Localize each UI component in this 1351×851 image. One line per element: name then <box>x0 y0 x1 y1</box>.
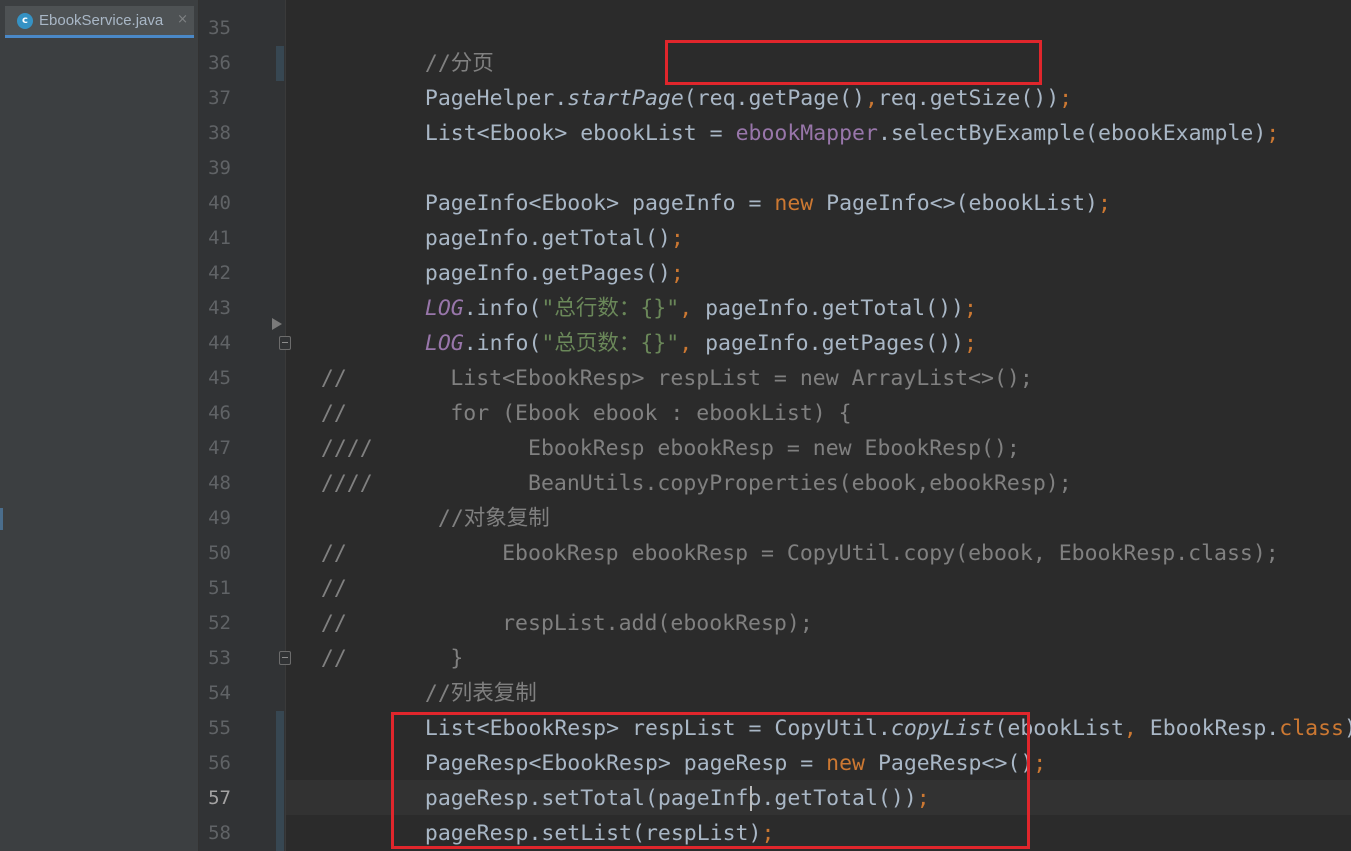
code-line-47[interactable]: //// BeanUtils.copyProperties(ebook,eboo… <box>295 431 1072 496</box>
code-line-58[interactable]: return pageResp; <box>399 816 632 851</box>
code-line-56[interactable]: pageResp.setTotal(pageInfo.getTotal()); <box>399 746 930 811</box>
fold-end-icon[interactable] <box>279 651 291 665</box>
code-line-40[interactable]: pageInfo.getTotal(); <box>399 186 684 251</box>
line-number: 43 <box>208 297 231 319</box>
code-line-37[interactable]: List<Ebook> ebookList = ebookMapper.sele… <box>399 81 1279 146</box>
line-number: 37 <box>208 87 231 109</box>
code-line-50[interactable]: // <box>295 536 347 601</box>
line-number: 40 <box>208 192 231 214</box>
code-line-52[interactable]: // } <box>295 606 463 671</box>
code-line-48[interactable]: //对象复制 <box>412 466 550 531</box>
panel-scroll-marker <box>0 508 3 530</box>
code-line-43[interactable]: LOG.info("总页数：{}", pageInfo.getPages()); <box>399 291 977 356</box>
line-number: 47 <box>208 437 231 459</box>
line-number: 48 <box>208 472 231 494</box>
line-number: 39 <box>208 157 231 179</box>
code-punct: ; <box>1033 751 1047 776</box>
code-punct: ; <box>916 786 930 811</box>
code-line-44[interactable]: // List<EbookResp> respList = new ArrayL… <box>295 326 1033 391</box>
line-number: 44 <box>208 332 231 354</box>
code-keyword: class <box>1279 716 1344 741</box>
tab-file-name: EbookService.java <box>39 12 164 29</box>
line-number: 53 <box>208 647 231 669</box>
line-number: 51 <box>208 577 231 599</box>
vcs-change-marker[interactable] <box>276 46 284 81</box>
code-line-54[interactable]: List<EbookResp> respList = CopyUtil.copy… <box>399 676 1351 741</box>
code-line-55[interactable]: PageResp<EbookResp> pageResp = new PageR… <box>399 711 1046 776</box>
line-number: 52 <box>208 612 231 634</box>
code-comment: // EbookResp ebookResp = CopyUtil.copy(e… <box>320 541 1279 566</box>
code-line-41[interactable]: pageInfo.getPages(); <box>399 221 684 286</box>
code-punct: ; <box>1098 191 1111 216</box>
line-number: 54 <box>208 682 231 704</box>
code-field: ebookMapper <box>735 121 878 146</box>
project-panel: c EbookService.java × <box>0 0 199 851</box>
code-line-51[interactable]: // respList.add(ebookResp); <box>295 571 813 636</box>
code-keyword: new <box>774 191 827 216</box>
close-icon[interactable]: × <box>177 12 188 27</box>
code-line-35[interactable]: //分页 <box>399 11 494 76</box>
editor-tab-ebookservice[interactable]: c EbookService.java × <box>5 6 194 38</box>
code-line-42[interactable]: LOG.info("总行数：{}", pageInfo.getTotal()); <box>399 256 977 321</box>
line-number: 49 <box>208 507 231 529</box>
code-line-36[interactable]: PageHelper.startPage(req.getPage(),req.g… <box>399 46 1072 111</box>
code-punct: ; <box>1266 121 1280 146</box>
code-token: ) <box>1344 716 1351 741</box>
line-number: 45 <box>208 367 231 389</box>
line-number-current: 57 <box>208 787 231 809</box>
code-token: PageInfo<>(ebookList) <box>826 191 1098 216</box>
code-line-45[interactable]: // for (Ebook ebook : ebookList) { <box>295 361 852 426</box>
code-punct: ; <box>761 821 775 846</box>
line-number: 46 <box>208 402 231 424</box>
code-line-49[interactable]: // EbookResp ebookResp = CopyUtil.copy(e… <box>295 501 1279 566</box>
line-number: 50 <box>208 542 231 564</box>
line-number: 35 <box>208 17 231 39</box>
fold-start-icon[interactable] <box>279 336 291 350</box>
line-number: 55 <box>208 717 231 739</box>
line-number: 56 <box>208 752 231 774</box>
code-token: EbookResp. <box>1149 716 1280 741</box>
code-punct: , <box>1123 716 1150 741</box>
code-token: List<Ebook> ebookList = <box>424 121 736 146</box>
java-class-icon: c <box>17 12 33 29</box>
line-number: 42 <box>208 262 231 284</box>
code-line-53[interactable]: //列表复制 <box>399 641 537 706</box>
code-line-57[interactable]: pageResp.setList(respList); <box>399 781 775 846</box>
code-token: .selectByExample(ebookExample) <box>877 121 1267 146</box>
vcs-change-marker[interactable] <box>276 711 284 851</box>
line-number: 38 <box>208 122 231 144</box>
line-number: 58 <box>208 822 231 844</box>
line-number: 41 <box>208 227 231 249</box>
fold-arrow-icon[interactable] <box>272 318 282 330</box>
code-line-39[interactable]: PageInfo<Ebook> pageInfo = new PageInfo<… <box>399 151 1111 216</box>
code-line-46[interactable]: //// EbookResp ebookResp = new EbookResp… <box>295 396 1020 461</box>
line-number: 36 <box>208 52 231 74</box>
text-caret <box>750 786 752 811</box>
